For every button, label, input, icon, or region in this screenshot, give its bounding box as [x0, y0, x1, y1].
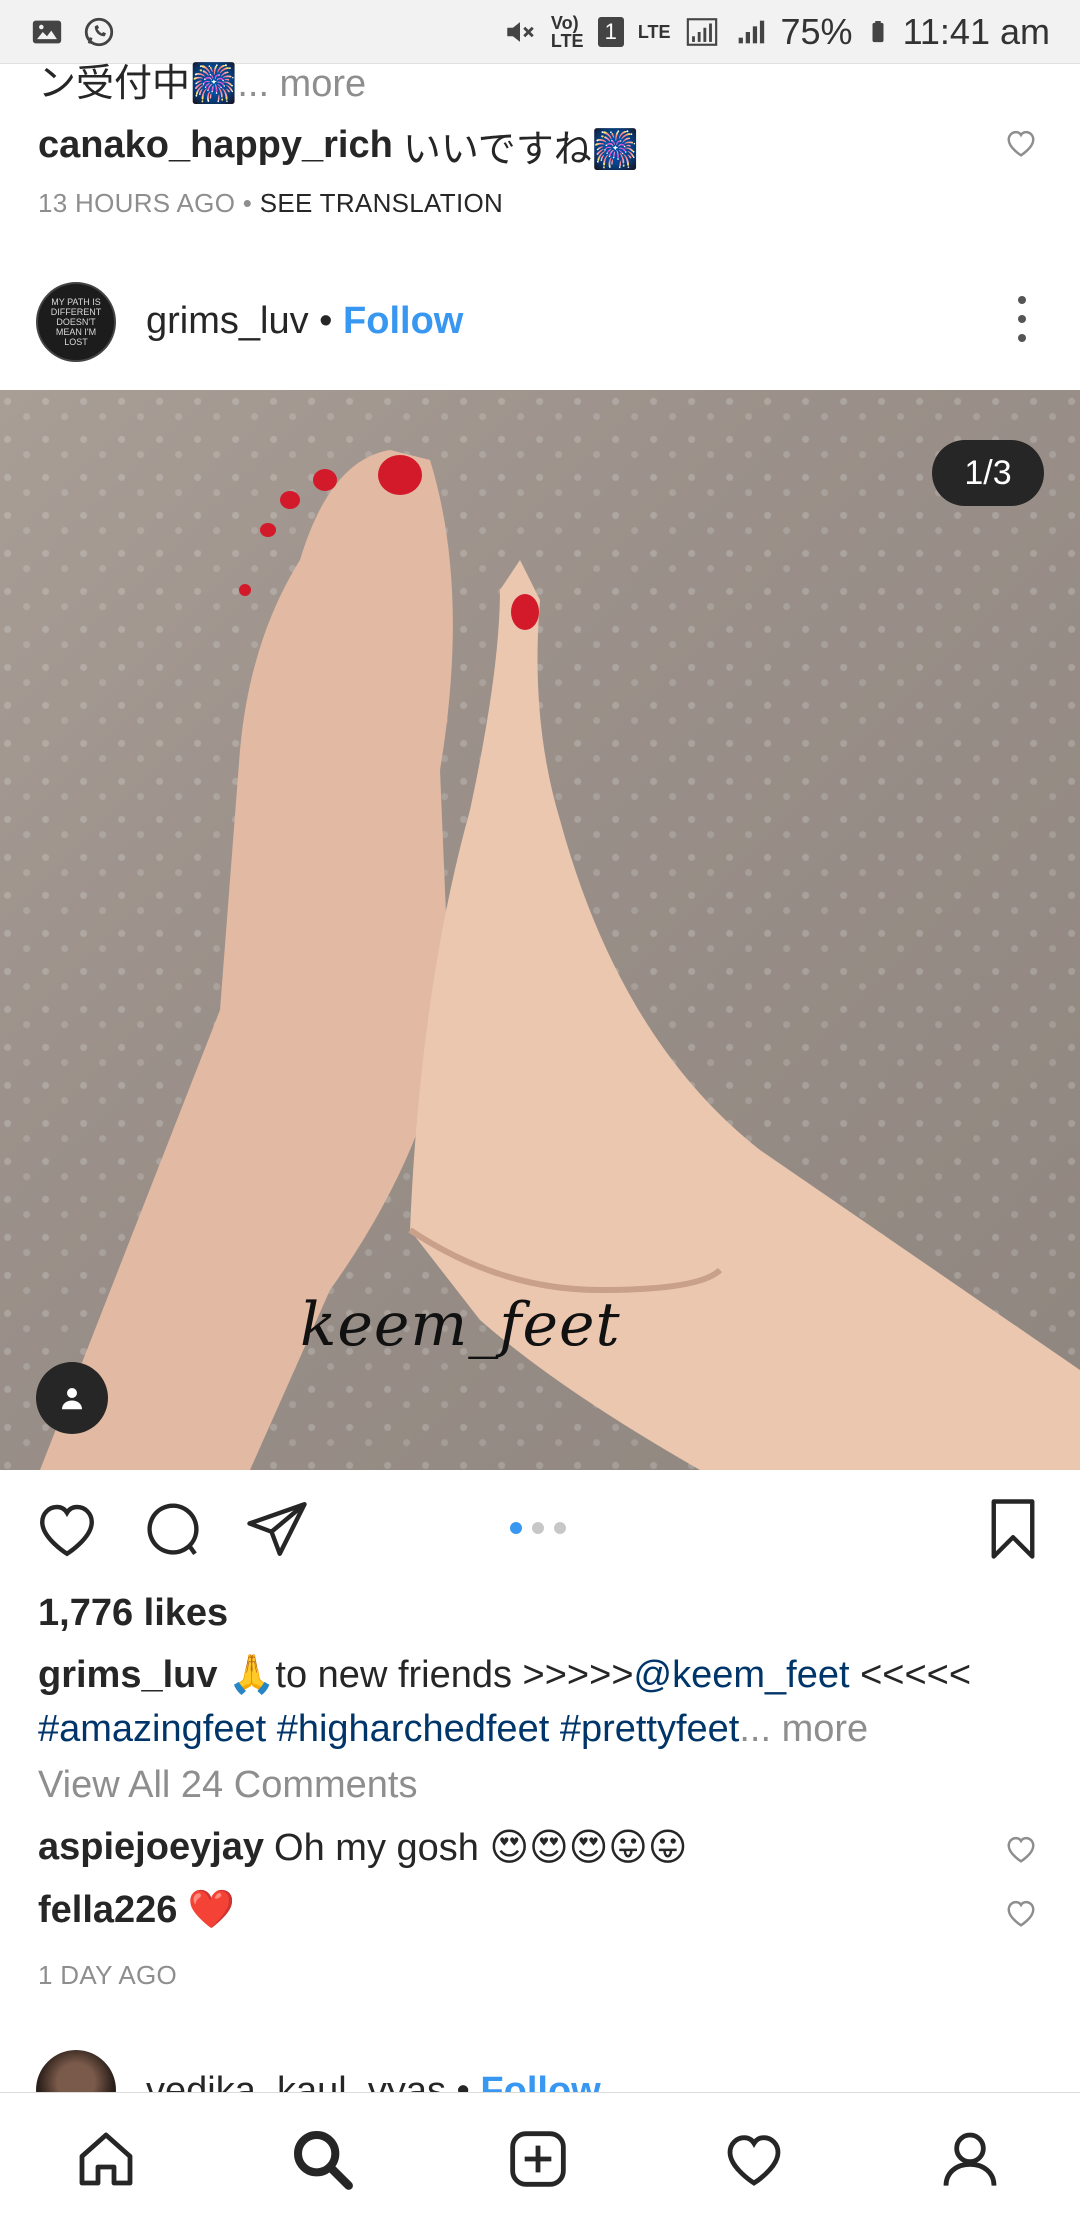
activity-heart-icon[interactable] — [722, 2127, 786, 2191]
view-all-comments-link[interactable]: View All 24 Comments — [38, 1764, 417, 1807]
prev-caption-text: ン受付中🎆 — [38, 63, 238, 105]
caption-username[interactable]: grims_luv — [38, 1654, 218, 1696]
bookmark-icon[interactable] — [980, 1496, 1046, 1562]
mute-icon — [507, 21, 534, 42]
gallery-notification-icon — [32, 20, 62, 43]
carousel-indicator — [510, 1522, 566, 1534]
comment-row: fella226 ❤️ — [38, 1888, 235, 1932]
prev-comment: canako_happy_rich いいですね🎆 — [38, 118, 639, 173]
clock: 11:41 am — [902, 10, 1050, 52]
avatar-text: MY PATH IS DIFFERENT DOESN'T MEAN I'M LO… — [50, 297, 102, 347]
carousel-dot — [554, 1522, 566, 1534]
tagged-people-button[interactable] — [36, 1362, 108, 1434]
post-image[interactable]: 1/3 keem_feet — [0, 390, 1080, 1470]
post-time: 1 DAY AGO — [38, 1960, 178, 1990]
prev-comment-user[interactable]: canako_happy_rich — [38, 124, 393, 167]
prev-caption-truncated: ン受付中🎆... more — [38, 52, 366, 107]
caption-hashtags[interactable]: #amazingfeet #higharchedfeet #prettyfeet — [38, 1708, 739, 1750]
bottom-navigation — [0, 2092, 1080, 2220]
image-watermark: keem_feet — [300, 1290, 621, 1360]
share-icon[interactable] — [244, 1496, 310, 1562]
caption-more[interactable]: ... more — [739, 1708, 868, 1750]
home-icon[interactable] — [74, 2127, 138, 2191]
whatsapp-notification-icon — [84, 17, 114, 46]
like-count[interactable]: 1,776 likes — [38, 1592, 228, 1635]
person-icon — [62, 1388, 82, 1410]
prev-post-meta: 13 HOURS AGO • SEE TRANSLATION — [38, 188, 503, 219]
volte-indicator: Vo) LTE — [550, 12, 584, 51]
comment-user[interactable]: aspiejoeyjay — [38, 1826, 264, 1869]
battery-icon — [872, 20, 884, 42]
comment-like-icon[interactable] — [1004, 1898, 1038, 1928]
post-caption: grims_luv 🙏to new friends >>>>>@keem_fee… — [38, 1648, 1048, 1756]
battery-percent: 75% — [780, 10, 853, 52]
caption-text: to new friends >>>>> — [275, 1654, 634, 1696]
signal-strength-icon — [686, 17, 717, 46]
post-actions — [0, 1490, 1080, 1570]
post-username[interactable]: grims_luv — [146, 300, 309, 342]
carousel-dot — [532, 1522, 544, 1534]
avatar[interactable]: MY PATH IS DIFFERENT DOESN'T MEAN I'M LO… — [36, 282, 116, 362]
comment-like-icon[interactable] — [1004, 1834, 1038, 1864]
caption-mention[interactable]: @keem_feet — [634, 1654, 850, 1696]
see-translation-link[interactable]: SEE TRANSLATION — [260, 188, 503, 218]
comment-text: ❤️ — [187, 1889, 235, 1931]
caption-after-mention: <<<<< — [849, 1654, 972, 1696]
meta-separator: • — [242, 188, 253, 218]
signal-strength-2-icon — [738, 20, 764, 43]
heart-icon[interactable] — [34, 1496, 100, 1562]
prev-comment-text: いいですね🎆 — [402, 129, 640, 171]
sim-slot-badge: 1 — [597, 16, 624, 47]
comment-text: Oh my gosh 😍😍😍😛😛 — [274, 1827, 688, 1869]
profile-icon[interactable] — [938, 2127, 1002, 2191]
prev-post-time: 13 HOURS AGO — [38, 188, 236, 218]
header-separator: • — [319, 300, 333, 342]
caption-emoji: 🙏 — [228, 1654, 276, 1696]
prev-caption-more[interactable]: ... more — [237, 63, 366, 105]
lte-indicator: LTE — [637, 21, 671, 42]
comment-row: aspiejoeyjay Oh my gosh 😍😍😍😛😛 — [38, 1825, 688, 1870]
follow-button[interactable]: Follow — [343, 300, 463, 342]
slide-counter: 1/3 — [932, 440, 1044, 506]
add-post-icon[interactable] — [506, 2127, 570, 2191]
post-header: MY PATH IS DIFFERENT DOESN'T MEAN I'M LO… — [0, 278, 1080, 388]
search-icon[interactable] — [290, 2127, 354, 2191]
prev-comment-like-icon[interactable] — [1004, 128, 1038, 158]
post-author: grims_luv • Follow — [146, 300, 463, 343]
comment-user[interactable]: fella226 — [38, 1889, 177, 1932]
more-options-icon[interactable] — [1016, 296, 1028, 342]
carousel-dot-active — [510, 1522, 522, 1534]
comment-icon[interactable] — [140, 1496, 206, 1562]
